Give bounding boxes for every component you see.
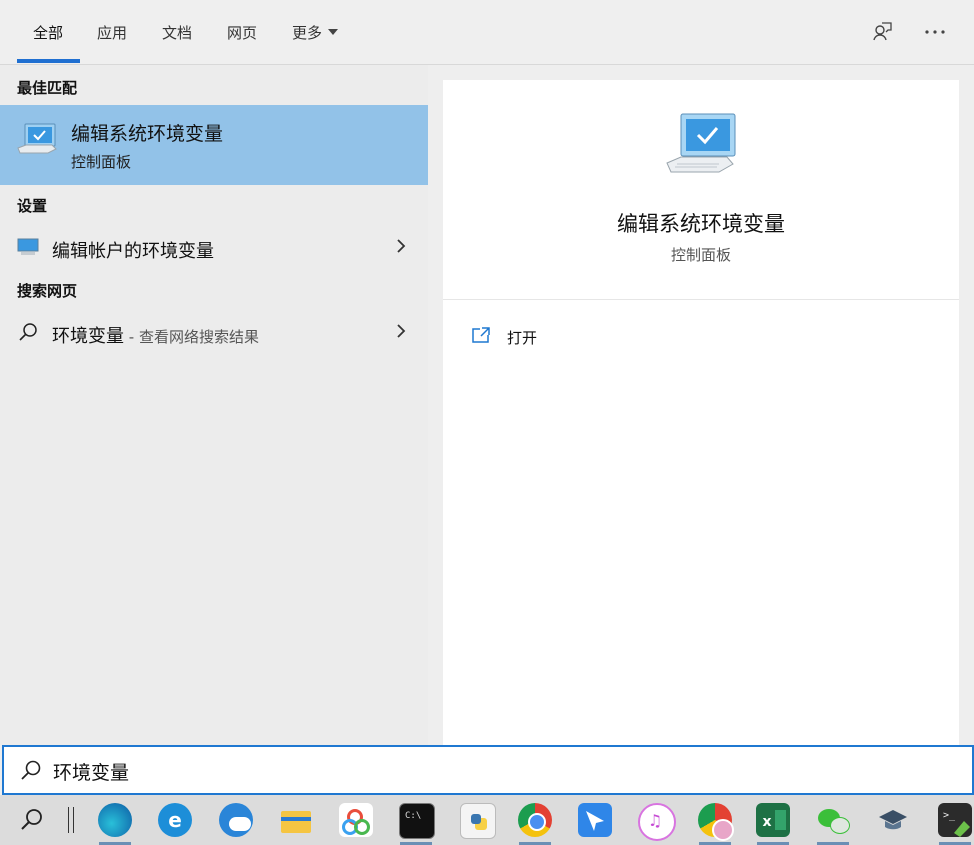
- ie-icon[interactable]: e: [158, 803, 192, 837]
- terminal-icon[interactable]: C:\: [399, 803, 435, 839]
- svg-text:C:\: C:\: [405, 811, 421, 821]
- search-icon[interactable]: [20, 807, 44, 831]
- taskbar-separator: [68, 807, 74, 833]
- tab-more[interactable]: 更多: [292, 22, 339, 43]
- open-action-label: 打开: [507, 329, 538, 347]
- start-search-window: 全部 应用 文档 网页 更多 最佳匹配 编辑系统环境变量 控制面板 设置 编辑帐…: [0, 0, 974, 845]
- active-tab-indicator: [17, 59, 80, 63]
- open-external-icon: [472, 327, 490, 343]
- tab-documents[interactable]: 文档: [162, 22, 192, 43]
- feedback-icon[interactable]: [868, 18, 896, 46]
- web-result-suffix: - 查看网络搜索结果: [124, 328, 259, 346]
- section-search-web: 搜索网页: [17, 282, 78, 300]
- itunes-icon[interactable]: ♫: [638, 803, 676, 841]
- svg-text:♫: ♫: [648, 811, 662, 830]
- taskbar: e C:\ ♫ x >_: [0, 795, 974, 845]
- chevron-right-icon: [397, 324, 406, 338]
- svg-text:e: e: [168, 808, 182, 832]
- best-match-title: 编辑系统环境变量: [71, 123, 224, 145]
- tab-apps[interactable]: 应用: [97, 22, 127, 43]
- section-best-match: 最佳匹配: [17, 79, 78, 97]
- search-icon: [19, 323, 37, 341]
- preview-panel: 编辑系统环境变量 控制面板 打开: [443, 80, 959, 745]
- settings-result-label: 编辑帐户的环境变量: [52, 241, 214, 262]
- search-icon: [21, 760, 41, 780]
- web-result-label: 环境变量 - 查看网络搜索结果: [52, 322, 259, 348]
- baidu-netdisk-icon[interactable]: [339, 803, 373, 837]
- dev-console-icon[interactable]: >_: [938, 803, 972, 837]
- chrome-profile-icon[interactable]: [698, 803, 734, 841]
- svg-text:x: x: [762, 814, 771, 830]
- web-result-item[interactable]: 环境变量 - 查看网络搜索结果: [0, 312, 428, 352]
- python-file-icon[interactable]: [460, 803, 496, 839]
- settings-result-item[interactable]: 编辑帐户的环境变量: [0, 227, 428, 267]
- tab-more-label: 更多: [292, 24, 323, 42]
- wechat-icon[interactable]: [816, 803, 850, 837]
- chevron-right-icon: [397, 239, 406, 253]
- tab-all[interactable]: 全部: [33, 22, 63, 43]
- search-input[interactable]: 环境变量: [53, 758, 129, 785]
- graduation-icon[interactable]: [876, 803, 910, 837]
- best-match-item[interactable]: 编辑系统环境变量 控制面板: [0, 105, 428, 185]
- excel-icon[interactable]: x: [756, 803, 790, 837]
- web-result-query: 环境变量: [52, 326, 124, 347]
- tab-bar: 全部 应用 文档 网页 更多: [0, 0, 974, 65]
- chrome-icon[interactable]: [518, 803, 552, 837]
- cortana-icon[interactable]: [219, 803, 253, 837]
- best-match-subtitle: 控制面板: [71, 153, 132, 171]
- section-settings: 设置: [17, 197, 48, 215]
- tab-web[interactable]: 网页: [227, 22, 257, 43]
- monitor-icon: [17, 238, 39, 255]
- edge-icon[interactable]: [98, 803, 132, 837]
- divider: [443, 299, 959, 300]
- preview-subtitle: 控制面板: [670, 246, 731, 264]
- computer-icon: [17, 123, 57, 154]
- preview-title: 编辑系统环境变量: [617, 212, 785, 236]
- feishu-icon[interactable]: [578, 803, 612, 837]
- search-box[interactable]: 环境变量: [2, 745, 974, 795]
- file-explorer-icon[interactable]: [279, 803, 313, 837]
- svg-text:>_: >_: [943, 810, 956, 821]
- results-panel: 最佳匹配 编辑系统环境变量 控制面板 设置 编辑帐户的环境变量 搜索网页 环境变…: [0, 65, 428, 745]
- computer-icon: [666, 113, 736, 173]
- more-options-icon[interactable]: [921, 18, 949, 46]
- chevron-down-icon: [328, 29, 339, 35]
